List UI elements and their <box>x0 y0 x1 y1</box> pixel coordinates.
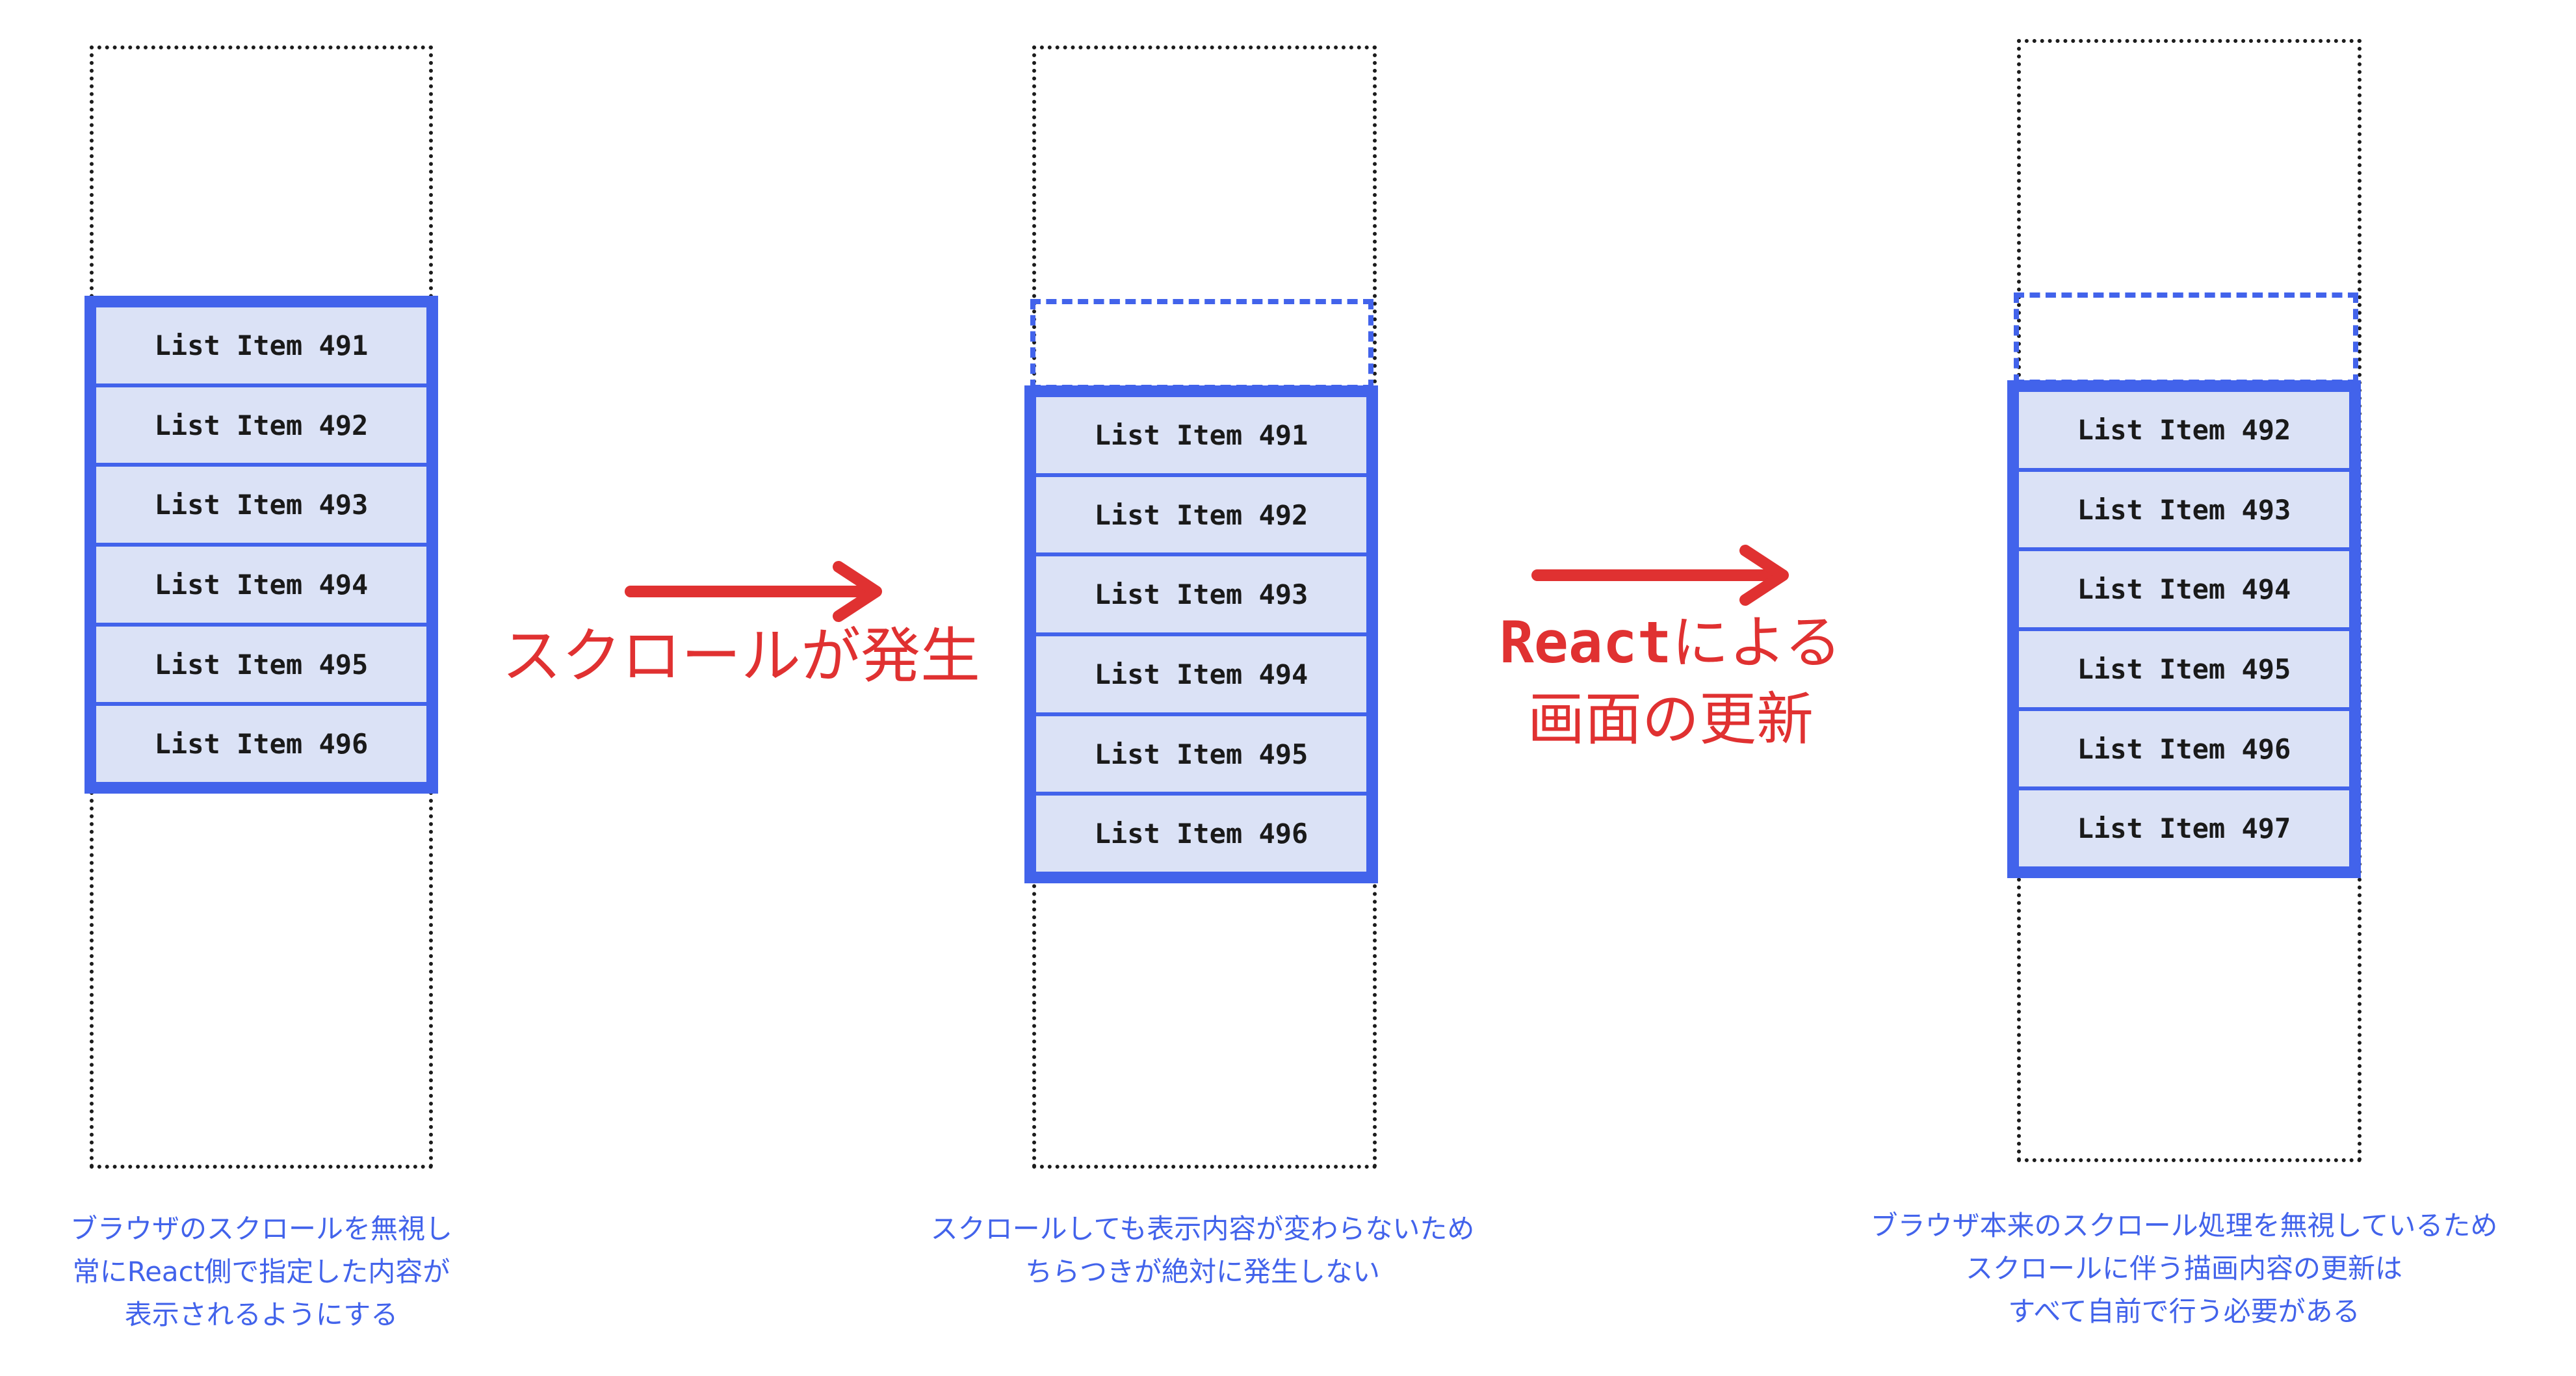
list-item: List Item 496 <box>2019 710 2349 787</box>
scroll-occurs-label: スクロールが発生 <box>501 621 980 691</box>
caption-line: スクロールに伴う描画内容の更新は <box>1965 1253 2402 1284</box>
caption-line: ちらつきが絶対に発生しない <box>1024 1256 1380 1288</box>
caption-line: 表示されるようにする <box>124 1299 398 1331</box>
arrow-right-1 <box>625 561 882 622</box>
previous-position-outline <box>2014 292 2358 385</box>
react-label-suffix: による <box>1671 609 1842 676</box>
caption-line: 常にReact側で指定した内容が <box>72 1256 450 1288</box>
caption-line: ブラウザ本来のスクロール処理を無視しているため <box>1870 1210 2498 1241</box>
list-item: List Item 492 <box>2019 392 2349 468</box>
list-item: List Item 495 <box>96 626 426 703</box>
caption: スクロールしても表示内容が変わらないため ちらつきが絶対に発生しない <box>845 1208 1560 1293</box>
list-item: List Item 491 <box>96 307 426 383</box>
list-item: List Item 493 <box>2019 471 2349 548</box>
rendered-list: List Item 491 List Item 492 List Item 49… <box>85 296 438 794</box>
caption: ブラウザ本来のスクロール処理を無視しているため スクロールに伴う描画内容の更新は… <box>1807 1204 2561 1333</box>
list-item: List Item 492 <box>96 387 426 463</box>
list-item: List Item 494 <box>96 547 426 623</box>
caption-line: すべて自前で行う必要がある <box>2008 1295 2360 1327</box>
react-update-label: Reactによる 画面の更新 <box>1456 604 1885 758</box>
list-item: List Item 493 <box>96 467 426 543</box>
caption-line: スクロールしても表示内容が変わらないため <box>930 1213 1475 1245</box>
react-update-label-line1: Reactによる <box>1456 604 1885 681</box>
list-item: List Item 496 <box>96 706 426 783</box>
list-item: List Item 491 <box>1036 397 1366 473</box>
arrow-right-2 <box>1531 545 1789 606</box>
rendered-list: List Item 492 List Item 493 List Item 49… <box>2007 380 2361 878</box>
list-item: List Item 493 <box>1036 556 1366 633</box>
list-item: List Item 494 <box>1036 636 1366 712</box>
list-item: List Item 495 <box>2019 631 2349 707</box>
react-update-label-line2: 画面の更新 <box>1527 686 1814 753</box>
caption-line: ブラウザのスクロールを無視し <box>70 1213 452 1245</box>
list-item: List Item 496 <box>1036 796 1366 872</box>
list-item: List Item 492 <box>1036 476 1366 553</box>
rendered-list: List Item 491 List Item 492 List Item 49… <box>1024 385 1378 883</box>
previous-position-outline <box>1030 299 1373 390</box>
caption: ブラウザのスクロールを無視し 常にReact側で指定した内容が 表示されるように… <box>0 1208 523 1336</box>
list-item: List Item 495 <box>1036 716 1366 792</box>
list-item: List Item 497 <box>2019 790 2349 867</box>
list-item: List Item 494 <box>2019 551 2349 628</box>
react-word: React <box>1499 609 1672 676</box>
